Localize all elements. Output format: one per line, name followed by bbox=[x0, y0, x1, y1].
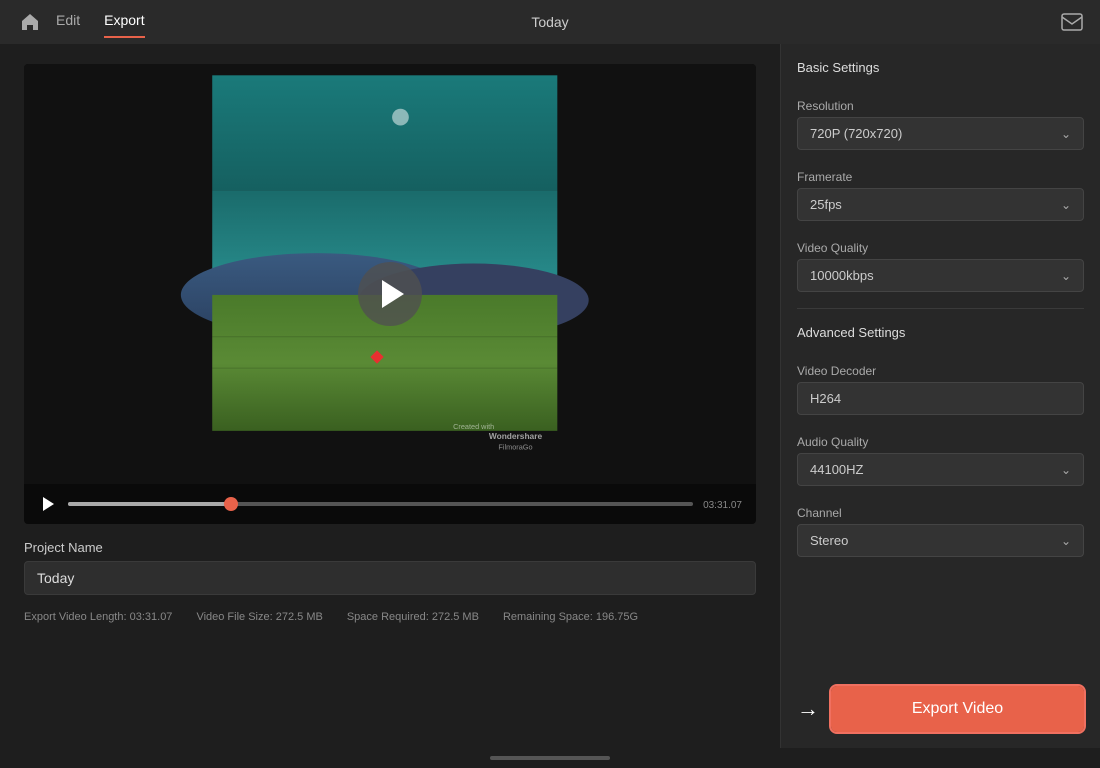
audio-quality-chevron-icon: ⌄ bbox=[1061, 463, 1071, 477]
time-current: 03:31 bbox=[703, 500, 728, 511]
arrow-right-icon: → bbox=[797, 696, 819, 722]
progress-fill bbox=[68, 502, 231, 506]
scroll-indicator bbox=[490, 756, 610, 760]
channel-field-group: Channel Stereo ⌄ bbox=[797, 498, 1084, 557]
export-length-label: Export Video Length: 03:31.07 bbox=[24, 611, 172, 623]
bottom-bar bbox=[0, 748, 1100, 768]
resolution-label: Resolution bbox=[797, 99, 1084, 113]
nav-title: Today bbox=[531, 14, 568, 30]
left-panel: Created with Wondershare FilmoraGo 03:31… bbox=[0, 44, 780, 748]
video-quality-label: Video Quality bbox=[797, 241, 1084, 255]
video-quality-select[interactable]: 10000kbps ⌄ bbox=[797, 259, 1084, 292]
video-quality-chevron-icon: ⌄ bbox=[1061, 269, 1071, 283]
export-info: Export Video Length: 03:31.07 Video File… bbox=[24, 611, 756, 623]
framerate-field-group: Framerate 25fps ⌄ bbox=[797, 162, 1084, 221]
project-name-input[interactable] bbox=[24, 561, 756, 595]
resolution-field-group: Resolution 720P (720x720) ⌄ bbox=[797, 91, 1084, 150]
audio-quality-select[interactable]: 44100HZ ⌄ bbox=[797, 453, 1084, 486]
nav-edit[interactable]: Edit bbox=[56, 12, 80, 32]
play-button[interactable] bbox=[358, 262, 422, 326]
export-button-row: → Export Video bbox=[797, 678, 1084, 732]
svg-text:FilmoraGo: FilmoraGo bbox=[498, 443, 532, 452]
progress-handle[interactable] bbox=[224, 497, 238, 511]
project-section: Project Name bbox=[24, 540, 756, 595]
top-navigation: Edit Export Today bbox=[0, 0, 1100, 44]
export-space-required-label: Space Required: 272.5 MB bbox=[347, 611, 479, 623]
framerate-select[interactable]: 25fps ⌄ bbox=[797, 188, 1084, 221]
svg-text:Created with: Created with bbox=[453, 422, 494, 431]
framerate-chevron-icon: ⌄ bbox=[1061, 198, 1071, 212]
channel-label: Channel bbox=[797, 506, 1084, 520]
resolution-select[interactable]: 720P (720x720) ⌄ bbox=[797, 117, 1084, 150]
video-preview: Created with Wondershare FilmoraGo 03:31… bbox=[24, 64, 756, 524]
project-name-label: Project Name bbox=[24, 540, 756, 555]
home-icon[interactable] bbox=[16, 8, 44, 36]
advanced-settings-title: Advanced Settings bbox=[797, 325, 1084, 340]
video-decoder-value: H264 bbox=[797, 382, 1084, 415]
channel-select[interactable]: Stereo ⌄ bbox=[797, 524, 1084, 557]
resolution-chevron-icon: ⌄ bbox=[1061, 127, 1071, 141]
time-display: 03:31.07 bbox=[703, 497, 742, 511]
svg-text:Wondershare: Wondershare bbox=[489, 431, 543, 441]
play-small-button[interactable] bbox=[38, 494, 58, 514]
export-filesize-label: Video File Size: 272.5 MB bbox=[196, 611, 322, 623]
framerate-label: Framerate bbox=[797, 170, 1084, 184]
right-panel: Basic Settings Resolution 720P (720x720)… bbox=[780, 44, 1100, 748]
video-decoder-label: Video Decoder bbox=[797, 364, 1084, 378]
audio-quality-label: Audio Quality bbox=[797, 435, 1084, 449]
basic-settings-title: Basic Settings bbox=[797, 60, 1084, 75]
time-suffix: .07 bbox=[728, 500, 742, 511]
mail-icon[interactable] bbox=[1060, 10, 1084, 34]
nav-links: Edit Export bbox=[56, 12, 145, 32]
export-video-button[interactable]: Export Video bbox=[831, 686, 1084, 732]
nav-export[interactable]: Export bbox=[104, 12, 144, 32]
video-controls: 03:31.07 bbox=[24, 484, 756, 524]
nav-right bbox=[1060, 10, 1084, 34]
progress-bar[interactable] bbox=[68, 502, 693, 506]
main-content: Created with Wondershare FilmoraGo 03:31… bbox=[0, 44, 1100, 748]
video-decoder-field-group: Video Decoder H264 bbox=[797, 356, 1084, 415]
export-remaining-label: Remaining Space: 196.75G bbox=[503, 611, 638, 623]
channel-chevron-icon: ⌄ bbox=[1061, 534, 1071, 548]
video-quality-field-group: Video Quality 10000kbps ⌄ bbox=[797, 233, 1084, 292]
divider bbox=[797, 308, 1084, 309]
audio-quality-field-group: Audio Quality 44100HZ ⌄ bbox=[797, 427, 1084, 486]
